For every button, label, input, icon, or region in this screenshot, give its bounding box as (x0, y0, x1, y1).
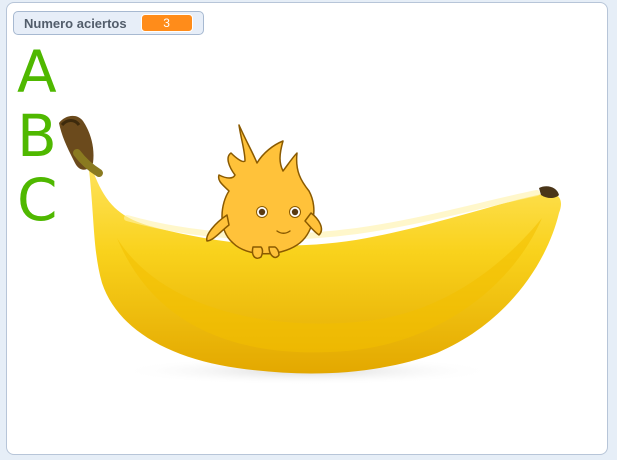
variable-monitor[interactable]: Numero aciertos 3 (13, 11, 204, 35)
monitor-label: Numero aciertos (24, 15, 127, 31)
letter-b[interactable]: B (17, 105, 58, 169)
character-sprite[interactable] (7, 3, 607, 454)
letter-a[interactable]: A (17, 41, 58, 105)
stage[interactable]: Numero aciertos 3 A B C (6, 2, 608, 455)
letter-options: A B C (17, 41, 58, 233)
monitor-value: 3 (140, 14, 193, 32)
letter-c[interactable]: C (17, 169, 58, 233)
